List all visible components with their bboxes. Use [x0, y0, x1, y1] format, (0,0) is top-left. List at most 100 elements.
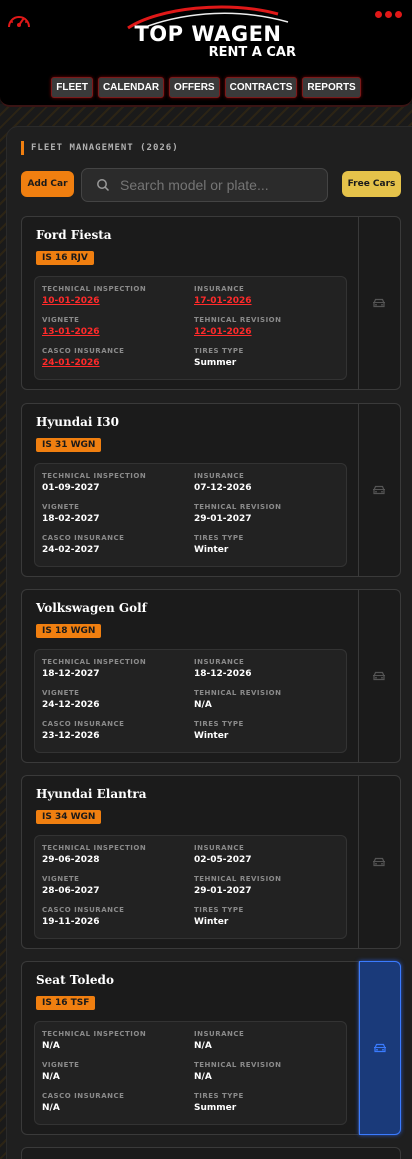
search-icon	[97, 179, 110, 192]
label-vignete: VIGNETE	[42, 316, 80, 324]
main-nav: FLEET CALENDAR OFFERS CONTRACTS REPORTS	[0, 77, 412, 98]
value-casco-insurance: N/A	[42, 1103, 60, 1113]
label-insurance: INSURANCE	[194, 285, 245, 293]
car-action-button[interactable]	[358, 404, 400, 576]
label-vignete: VIGNETE	[42, 1061, 80, 1069]
free-cars-button[interactable]: Free Cars	[342, 171, 401, 197]
label-vignete: VIGNETE	[42, 875, 80, 883]
value-tires-type: Summer	[194, 358, 237, 368]
value-tires-type: Summer	[194, 1103, 237, 1113]
label-technical-revision: TEHNICAL REVISION	[194, 503, 282, 511]
label-tires-type: TIRES TYPE	[194, 347, 244, 355]
add-car-button[interactable]: Add Car	[21, 171, 74, 197]
car-name: Ford Fiesta	[36, 228, 112, 242]
value-technical-inspection: 01-09-2027	[42, 483, 100, 493]
value-vignete: 18-02-2027	[42, 514, 100, 524]
car-action-button[interactable]	[358, 776, 400, 948]
label-insurance: INSURANCE	[194, 658, 245, 666]
label-insurance: INSURANCE	[194, 472, 245, 480]
value-casco-insurance: 24-02-2027	[42, 545, 100, 555]
label-tires-type: TIRES TYPE	[194, 1092, 244, 1100]
car-card[interactable]: Hyundai I30 IS 31 WGN TECHNICAL INSPECTI…	[21, 403, 401, 577]
search-input[interactable]	[81, 168, 328, 202]
value-insurance: 18-12-2026	[194, 669, 252, 679]
speedometer-icon[interactable]	[6, 10, 32, 30]
value-tires-type: Winter	[194, 917, 229, 927]
value-tires-type: Winter	[194, 731, 229, 741]
car-dates: TECHNICAL INSPECTION 29-06-2028 INSURANCE…	[34, 835, 347, 939]
value-insurance: N/A	[194, 1041, 212, 1051]
label-technical-revision: TEHNICAL REVISION	[194, 1061, 282, 1069]
value-technical-revision: 29-01-2027	[194, 886, 252, 896]
label-casco-insurance: CASCO INSURANCE	[42, 720, 125, 728]
nav-offers[interactable]: OFFERS	[169, 77, 220, 98]
value-technical-revision: N/A	[194, 1072, 212, 1082]
label-technical-inspection: TECHNICAL INSPECTION	[42, 658, 147, 666]
plate-badge: IS 18 WGN	[36, 624, 102, 638]
label-insurance: INSURANCE	[194, 1030, 245, 1038]
plate-badge: IS 16 RJV	[36, 251, 94, 265]
car-action-button[interactable]	[359, 961, 401, 1135]
car-card-body: Volkswagen Golf IS 18 WGN TECHNICAL INSP…	[22, 590, 359, 762]
car-action-button[interactable]	[358, 217, 400, 389]
car-icon	[373, 857, 385, 867]
car-icon	[373, 485, 385, 495]
car-card-body: Hyundai I30 IS 31 WGN TECHNICAL INSPECTI…	[22, 404, 359, 576]
value-technical-inspection: 29-06-2028	[42, 855, 100, 865]
label-technical-inspection: TECHNICAL INSPECTION	[42, 472, 147, 480]
label-vignete: VIGNETE	[42, 689, 80, 697]
nav-reports[interactable]: REPORTS	[302, 77, 361, 98]
value-insurance: 02-05-2027	[194, 855, 252, 865]
car-card[interactable]: Hyundai Elantra IS 34 WGN TECHNICAL INSP…	[21, 775, 401, 949]
logo-subtitle: RENT A CAR	[208, 45, 296, 60]
car-action-button[interactable]	[358, 590, 400, 762]
label-casco-insurance: CASCO INSURANCE	[42, 1092, 125, 1100]
label-technical-inspection: TECHNICAL INSPECTION	[42, 285, 147, 293]
value-tires-type: Winter	[194, 545, 229, 555]
car-name: Volkswagen Golf	[36, 601, 147, 615]
label-technical-inspection: TECHNICAL INSPECTION	[42, 1030, 147, 1038]
plate-badge: IS 31 WGN	[36, 438, 102, 452]
value-casco-insurance: 19-11-2026	[42, 917, 100, 927]
car-dates: TECHNICAL INSPECTION 10-01-2026 INSURANCE…	[34, 276, 347, 380]
nav-fleet[interactable]: FLEET	[51, 77, 93, 98]
car-card[interactable]: Seat Toledo IS 16 TSF TECHNICAL INSPECTI…	[21, 961, 401, 1135]
label-tires-type: TIRES TYPE	[194, 906, 244, 914]
value-vignete: 24-12-2026	[42, 700, 100, 710]
logo-title: TOP WAGEN	[134, 22, 282, 46]
section-title: FLEET MANAGEMENT (2026)	[21, 141, 179, 155]
car-dates: TECHNICAL INSPECTION 01-09-2027 INSURANCE…	[34, 463, 347, 567]
nav-calendar[interactable]: CALENDAR	[97, 77, 165, 98]
car-dates: TECHNICAL INSPECTION 18-12-2027 INSURANCE…	[34, 649, 347, 753]
value-vignete: 28-06-2027	[42, 886, 100, 896]
car-name: Seat Toledo	[36, 973, 114, 987]
label-technical-revision: TEHNICAL REVISION	[194, 875, 282, 883]
label-casco-insurance: CASCO INSURANCE	[42, 906, 125, 914]
car-icon	[373, 671, 385, 681]
car-icon	[373, 298, 385, 308]
value-insurance: 07-12-2026	[194, 483, 252, 493]
value-vignete: N/A	[42, 1072, 60, 1082]
car-card[interactable]: Ford Fiesta IS 16 RJV TECHNICAL INSPECTI…	[21, 216, 401, 390]
car-card[interactable]: Volkswagen Golf IS 18 WGN TECHNICAL INSP…	[21, 589, 401, 763]
value-technical-revision: N/A	[194, 700, 212, 710]
label-technical-revision: TEHNICAL REVISION	[194, 316, 282, 324]
plate-badge: IS 16 TSF	[36, 996, 96, 1010]
label-technical-inspection: TECHNICAL INSPECTION	[42, 844, 147, 852]
car-card-body: Ford Fiesta IS 16 RJV TECHNICAL INSPECTI…	[22, 217, 359, 389]
car-card[interactable]	[21, 1147, 401, 1159]
label-tires-type: TIRES TYPE	[194, 534, 244, 542]
value-technical-inspection: 18-12-2027	[42, 669, 100, 679]
value-casco-insurance: 23-12-2026	[42, 731, 100, 741]
nav-contracts[interactable]: CONTRACTS	[224, 77, 298, 98]
car-name: Hyundai I30	[36, 415, 119, 429]
value-insurance: 17-01-2026	[194, 296, 252, 306]
label-casco-insurance: CASCO INSURANCE	[42, 534, 125, 542]
car-card-body: Hyundai Elantra IS 34 WGN TECHNICAL INSP…	[22, 776, 359, 948]
label-casco-insurance: CASCO INSURANCE	[42, 347, 125, 355]
car-icon	[374, 1043, 386, 1053]
label-technical-revision: TEHNICAL REVISION	[194, 689, 282, 697]
more-dots-icon[interactable]	[375, 11, 402, 18]
brand-logo: TOP WAGEN RENT A CAR	[118, 2, 298, 62]
plate-badge: IS 34 WGN	[36, 810, 102, 824]
